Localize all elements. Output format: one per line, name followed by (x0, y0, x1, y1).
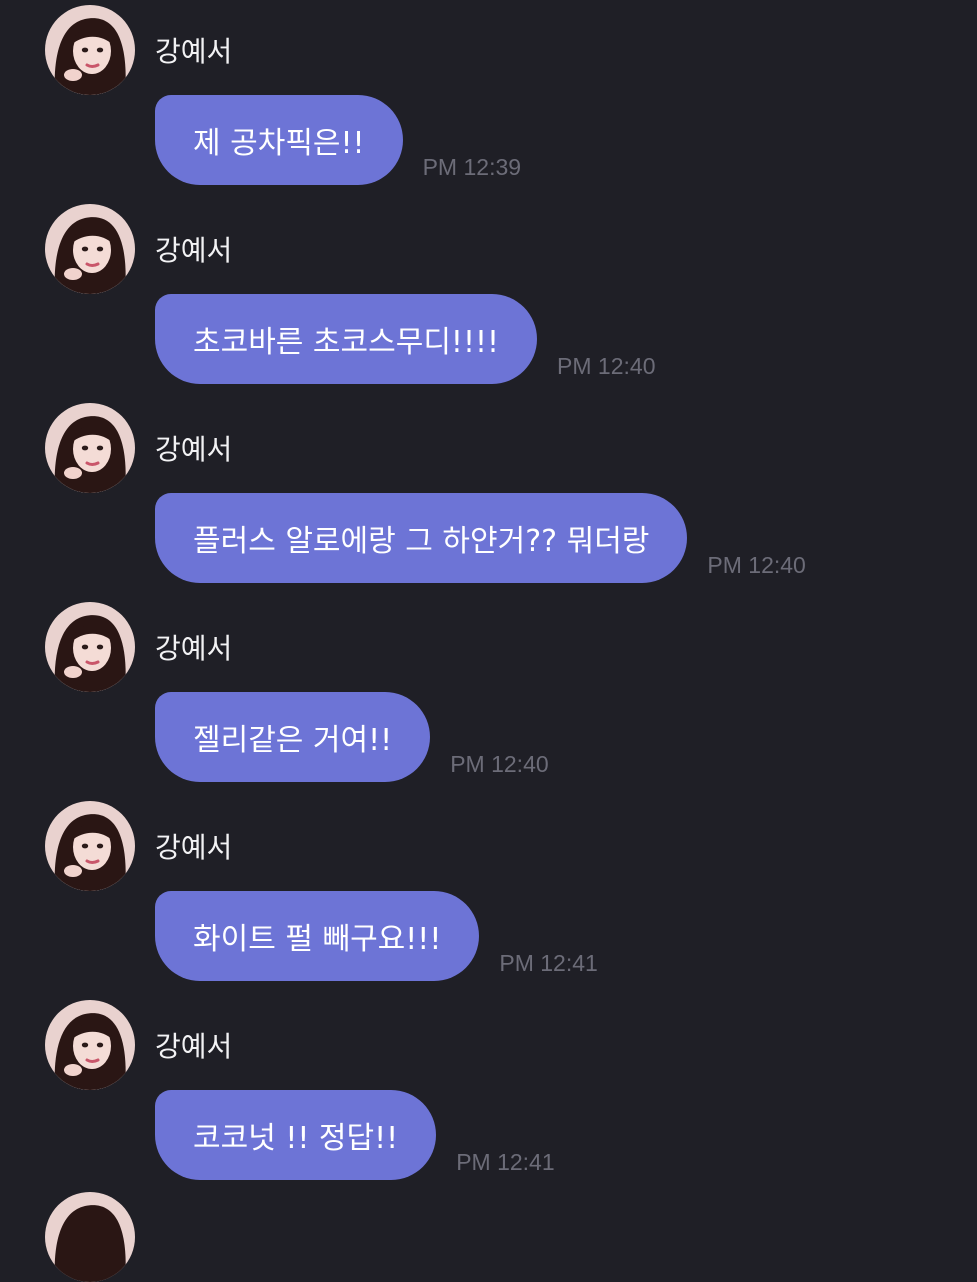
chat-message: 강예서 코코넛 !! 정답!! PM 12:41 (0, 995, 977, 1194)
sender-avatar[interactable] (45, 1192, 135, 1282)
chat-message: 강예서 화이트 펄 빼구요!!! PM 12:41 (0, 796, 977, 995)
chat-message: 강예서 초코바른 초코스무디!!!! PM 12:40 (0, 199, 977, 398)
message-row: 젤리같은 거여!! PM 12:40 (155, 692, 549, 782)
sender-avatar[interactable] (45, 403, 135, 493)
message-bubble[interactable]: 코코넛 !! 정답!! (155, 1090, 437, 1180)
message-bubble[interactable]: 제 공차픽은!! (155, 95, 403, 185)
message-bubble[interactable]: 화이트 펄 빼구요!!! (155, 891, 480, 981)
chat-message: 강예서 제 공차픽은!! PM 12:39 (0, 0, 977, 199)
sender-name: 강예서 (155, 632, 233, 665)
message-row: 코코넛 !! 정답!! PM 12:41 (155, 1090, 555, 1180)
sender-avatar[interactable] (45, 801, 135, 891)
message-timestamp: PM 12:40 (450, 751, 549, 777)
sender-avatar[interactable] (45, 204, 135, 294)
sender-name: 강예서 (155, 1030, 233, 1063)
chat-message: 강예서 젤리같은 거여!! PM 12:40 (0, 597, 977, 796)
sender-name: 강예서 (155, 35, 233, 68)
message-row: 초코바른 초코스무디!!!! PM 12:40 (155, 294, 656, 384)
chat-message: 강예서 플러스 알로에랑 그 하얀거?? 뭐더랑 PM 12:40 (0, 398, 977, 597)
message-timestamp: PM 12:41 (499, 950, 598, 976)
chat-message-list[interactable]: 강예서 제 공차픽은!! PM 12:39 강예서 초코바른 초코스무디!!!!… (0, 0, 977, 1200)
message-bubble[interactable]: 젤리같은 거여!! (155, 692, 431, 782)
message-row: 제 공차픽은!! PM 12:39 (155, 95, 521, 185)
sender-name: 강예서 (155, 433, 233, 466)
sender-name: 강예서 (155, 234, 233, 267)
message-timestamp: PM 12:40 (557, 353, 656, 379)
sender-avatar[interactable] (45, 1000, 135, 1090)
message-bubble[interactable]: 플러스 알로에랑 그 하얀거?? 뭐더랑 (155, 493, 688, 583)
sender-avatar[interactable] (45, 602, 135, 692)
sender-avatar[interactable] (45, 5, 135, 95)
message-row: 플러스 알로에랑 그 하얀거?? 뭐더랑 PM 12:40 (155, 493, 806, 583)
message-timestamp: PM 12:41 (456, 1149, 555, 1175)
message-bubble[interactable]: 초코바른 초코스무디!!!! (155, 294, 538, 384)
message-timestamp: PM 12:40 (707, 552, 806, 578)
message-timestamp: PM 12:39 (422, 154, 522, 180)
sender-name: 강예서 (155, 831, 233, 864)
message-row: 화이트 펄 빼구요!!! PM 12:41 (155, 891, 598, 981)
